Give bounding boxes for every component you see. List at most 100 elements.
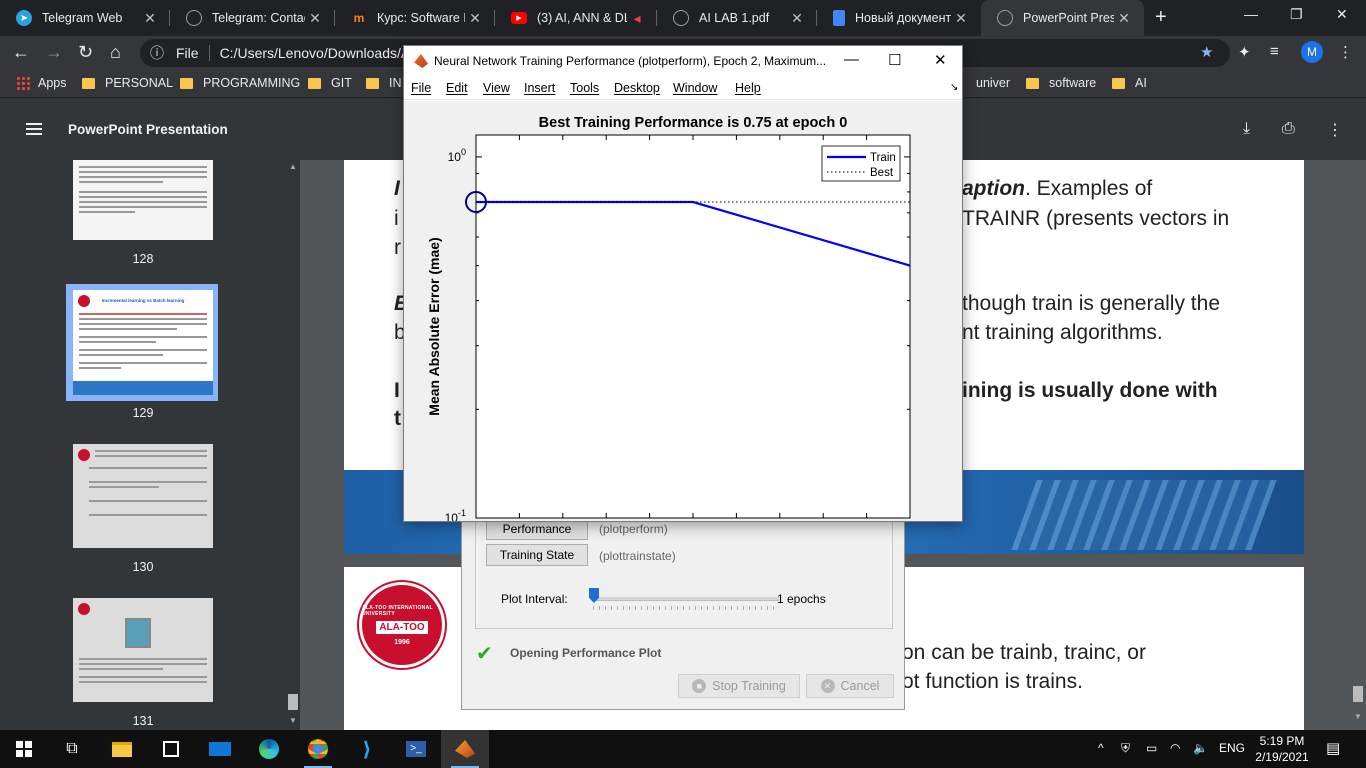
notifications-icon[interactable]: ▤	[1326, 739, 1340, 757]
bookmark-univer[interactable]: univer	[964, 76, 1010, 90]
wifi-icon[interactable]: ◠	[1170, 741, 1180, 755]
bookmark-programming[interactable]: PROGRAMMING	[180, 76, 300, 90]
y-tick-label: 10-1	[445, 508, 466, 521]
mail-icon[interactable]	[196, 730, 244, 768]
plot-area	[476, 135, 910, 518]
menu-desktop[interactable]: Desktop	[614, 81, 660, 95]
page-line-2: TRAINR (presents vectors in	[962, 207, 1229, 231]
battery-icon[interactable]: ▭	[1146, 741, 1157, 755]
chrome-icon[interactable]	[294, 730, 342, 768]
close-window-button[interactable]: ✕	[1336, 6, 1348, 23]
figure-title-bar: Neural Network Training Performance (plo…	[404, 46, 962, 76]
minimize-figure-button[interactable]: —	[844, 51, 859, 68]
menu-icon[interactable]	[26, 123, 42, 135]
restore-window-button[interactable]: ❐	[1290, 6, 1303, 23]
matlab-taskbar-icon[interactable]	[441, 730, 489, 768]
reading-list-icon[interactable]: ≡	[1270, 43, 1279, 60]
bookmark-personal[interactable]: PERSONAL	[82, 76, 173, 90]
task-view-icon[interactable]: ⧉	[48, 730, 96, 768]
store-icon[interactable]	[147, 730, 195, 768]
reload-icon[interactable]: ↻	[78, 42, 93, 63]
tray-expand-icon[interactable]: ^	[1098, 741, 1104, 755]
menu-window[interactable]: Window	[673, 81, 717, 95]
bookmark-star-icon[interactable]: ★	[1200, 43, 1213, 61]
maximize-figure-button[interactable]: ☐	[888, 51, 901, 69]
folder-icon	[308, 78, 321, 89]
cancel-x-icon: ✕	[821, 679, 835, 693]
bookmark-apps[interactable]: Apps	[16, 76, 67, 90]
bookmark-software[interactable]: software	[1026, 76, 1096, 90]
bookmark-ai[interactable]: AI	[1112, 76, 1147, 90]
bookmark-git[interactable]: GIT	[308, 76, 352, 90]
system-clock[interactable]: 5:19 PM 2/19/2021	[1250, 733, 1314, 765]
pdf-title: PowerPoint Presentation	[68, 122, 228, 137]
edge-icon[interactable]	[245, 730, 293, 768]
sidebar-scrollbar[interactable]: ▲ ▼	[286, 160, 300, 730]
plot-interval-value: 1 epochs	[777, 592, 826, 606]
globe-icon	[673, 10, 689, 26]
legend-label-train: Train	[870, 152, 896, 164]
new-tab-button[interactable]: +	[1155, 6, 1167, 29]
telegram-icon: ➤	[16, 10, 32, 26]
menu-view[interactable]: View	[483, 81, 510, 95]
close-tab-icon[interactable]: ✕	[140, 10, 160, 27]
dock-arrow-icon[interactable]: ↘	[950, 82, 958, 93]
home-icon[interactable]: ⌂	[110, 42, 121, 63]
slider-ticks	[593, 606, 779, 610]
volume-icon[interactable]: 🔈	[1193, 741, 1208, 755]
tab-powerpoint-pdf[interactable]: PowerPoint Presen ✕	[981, 0, 1144, 36]
back-arrow-icon[interactable]: ←	[12, 42, 30, 63]
thumbnail-page-131[interactable]	[73, 598, 213, 702]
minimize-window-button[interactable]: —	[1244, 6, 1258, 22]
page-line-6: on can be trainb, trainc, or	[902, 641, 1146, 665]
tab-youtube[interactable]: ▶ (3) AI, ANN & DL ◂	[495, 0, 657, 36]
tab-course[interactable]: m Курс: Software Eng ✕	[335, 0, 495, 36]
profile-avatar[interactable]: M	[1301, 41, 1323, 63]
tab-ai-lab-pdf[interactable]: AI LAB 1.pdf ✕	[657, 0, 817, 36]
extensions-icon[interactable]: ✦	[1238, 43, 1251, 61]
tray-security-icon[interactable]: ⛨	[1121, 741, 1130, 756]
figure-menu-bar: File Edit View Insert Tools Desktop Wind…	[404, 76, 962, 100]
menu-insert[interactable]: Insert	[524, 81, 555, 95]
close-tab-icon[interactable]: ✕	[305, 10, 325, 27]
powershell-icon[interactable]: >_	[392, 730, 440, 768]
file-explorer-icon[interactable]	[98, 730, 146, 768]
menu-help[interactable]: Help	[735, 81, 761, 95]
download-icon[interactable]: ⤓	[1243, 120, 1250, 138]
bookmark-in[interactable]: IN	[366, 76, 402, 90]
plot-interval-slider[interactable]	[593, 597, 779, 601]
folder-icon	[366, 78, 379, 89]
tab-telegram-web[interactable]: ➤ Telegram Web ✕	[0, 0, 170, 36]
vscode-icon[interactable]: ⟩	[343, 730, 391, 768]
tab-telegram-contact[interactable]: Telegram: Contact ✕	[170, 0, 335, 36]
more-actions-icon[interactable]: ⋮	[1327, 120, 1343, 140]
page-scrollbar[interactable]: ▼	[1350, 160, 1366, 730]
y-axis-label: Mean Absolute Error (mae)	[426, 237, 442, 415]
thumbnail-page-129[interactable]: Incremental learning vs Batch learning	[73, 290, 213, 395]
close-figure-button[interactable]: ✕	[934, 51, 947, 69]
language-indicator[interactable]: ENG	[1219, 741, 1245, 755]
forward-arrow-icon[interactable]: →	[45, 42, 63, 63]
training-state-plot-button[interactable]: Training State	[486, 544, 588, 566]
print-icon[interactable]: ⎙	[1282, 120, 1295, 138]
matlab-logo-icon	[414, 54, 428, 68]
cancel-button[interactable]: ✕Cancel	[806, 674, 894, 698]
menu-edit[interactable]: Edit	[446, 81, 468, 95]
tab-google-doc[interactable]: Новый документ ✕	[817, 0, 981, 36]
thumbnail-page-130[interactable]	[73, 444, 213, 548]
y-tick-label: 100	[448, 147, 466, 164]
close-tab-icon[interactable]: ✕	[465, 10, 485, 27]
menu-tools[interactable]: Tools	[570, 81, 599, 95]
thumbnail-page-128[interactable]	[73, 160, 213, 240]
stop-training-button[interactable]: ■Stop Training	[678, 674, 800, 698]
info-icon[interactable]: ⓘ	[150, 43, 170, 63]
menu-file[interactable]: File	[411, 81, 431, 95]
close-tab-icon[interactable]: ✕	[787, 10, 807, 27]
close-tab-icon[interactable]: ✕	[951, 10, 971, 27]
page-line-5: ining is usually done with	[962, 379, 1218, 403]
windows-start-icon[interactable]	[0, 730, 48, 768]
close-tab-icon[interactable]: ✕	[1114, 10, 1134, 27]
more-menu-icon[interactable]: ⋮	[1338, 43, 1353, 61]
url-text: C:/Users/Lenovo/Downloads/A	[220, 45, 411, 61]
page-line-1: aption. Examples of	[962, 177, 1152, 201]
